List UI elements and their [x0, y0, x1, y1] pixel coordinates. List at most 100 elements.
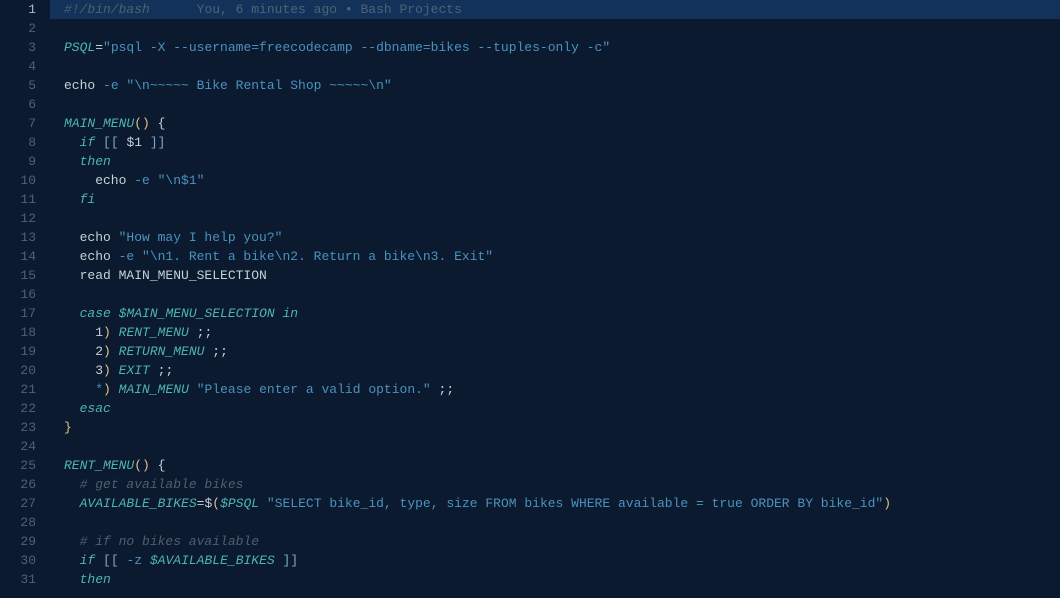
code-editor[interactable]: #!/bin/bash You, 6 minutes ago • Bash Pr… [50, 0, 1060, 598]
token [64, 154, 80, 169]
token: 2 [64, 344, 103, 359]
token: -z [126, 553, 142, 568]
token: = [95, 40, 103, 55]
line-number: 13 [0, 228, 36, 247]
line-number: 20 [0, 361, 36, 380]
token: ) [103, 344, 111, 359]
token [111, 363, 119, 378]
code-line[interactable]: echo -e "\n~~~~~ Bike Rental Shop ~~~~~\… [64, 76, 1060, 95]
token: # get available bikes [80, 477, 244, 492]
token: "\n$1" [158, 173, 205, 188]
token: ) [103, 363, 111, 378]
token: read MAIN_MENU_SELECTION [64, 268, 267, 283]
code-line[interactable]: # get available bikes [64, 475, 1060, 494]
token: fi [80, 192, 96, 207]
code-line[interactable] [64, 57, 1060, 76]
token: in [282, 306, 298, 321]
line-number: 26 [0, 475, 36, 494]
line-number: 18 [0, 323, 36, 342]
token [64, 401, 80, 416]
token: MAIN_MENU [64, 116, 134, 131]
token: ]] [283, 553, 299, 568]
token: "Please enter a valid option." [197, 382, 431, 397]
token: ) [883, 496, 891, 511]
token: then [80, 572, 111, 587]
code-line[interactable]: AVAILABLE_BIKES=$($PSQL "SELECT bike_id,… [64, 494, 1060, 513]
line-number: 21 [0, 380, 36, 399]
line-number: 1 [0, 0, 36, 19]
token: $PSQL [220, 496, 259, 511]
code-line[interactable]: echo "How may I help you?" [64, 228, 1060, 247]
line-number: 14 [0, 247, 36, 266]
code-line[interactable] [64, 513, 1060, 532]
token: "How may I help you?" [119, 230, 283, 245]
token [111, 382, 119, 397]
code-line[interactable]: 1) RENT_MENU ;; [64, 323, 1060, 342]
token: 3 [64, 363, 103, 378]
line-number: 8 [0, 133, 36, 152]
code-line[interactable]: 2) RETURN_MENU ;; [64, 342, 1060, 361]
line-number: 3 [0, 38, 36, 57]
code-line[interactable] [64, 285, 1060, 304]
code-line[interactable]: RENT_MENU() { [64, 456, 1060, 475]
token [111, 325, 119, 340]
line-number: 25 [0, 456, 36, 475]
code-line[interactable]: if [[ -z $AVAILABLE_BIKES ]] [64, 551, 1060, 570]
code-line[interactable]: case $MAIN_MENU_SELECTION in [64, 304, 1060, 323]
token: ( [212, 496, 220, 511]
token: { [150, 116, 166, 131]
line-number: 6 [0, 95, 36, 114]
code-line[interactable]: echo -e "\n1. Rent a bike\n2. Return a b… [64, 247, 1060, 266]
code-line[interactable] [64, 19, 1060, 38]
code-line[interactable] [64, 209, 1060, 228]
line-number: 4 [0, 57, 36, 76]
code-line[interactable]: then [64, 152, 1060, 171]
token: { [150, 458, 166, 473]
token: then [80, 154, 111, 169]
token [64, 135, 80, 150]
line-number-gutter: 1234567891011121314151617181920212223242… [0, 0, 50, 598]
token: 1 [64, 325, 103, 340]
code-line[interactable]: echo -e "\n$1" [64, 171, 1060, 190]
code-line[interactable] [64, 95, 1060, 114]
code-line[interactable]: then [64, 570, 1060, 589]
code-line[interactable]: PSQL="psql -X --username=freecodecamp --… [64, 38, 1060, 57]
line-number: 16 [0, 285, 36, 304]
token [111, 344, 119, 359]
line-number: 17 [0, 304, 36, 323]
code-line[interactable]: # if no bikes available [64, 532, 1060, 551]
token [259, 496, 267, 511]
token: if [80, 553, 96, 568]
token: AVAILABLE_BIKES [80, 496, 197, 511]
code-line[interactable]: #!/bin/bash You, 6 minutes ago • Bash Pr… [50, 0, 1060, 19]
code-line[interactable]: *) MAIN_MENU "Please enter a valid optio… [64, 380, 1060, 399]
code-line[interactable]: } [64, 418, 1060, 437]
token: ;; [431, 382, 454, 397]
token: You, 6 minutes ago • Bash Projects [197, 2, 462, 17]
token: "psql -X --username=freecodecamp --dbnam… [103, 40, 610, 55]
token: ) [103, 325, 111, 340]
code-line[interactable]: esac [64, 399, 1060, 418]
code-line[interactable]: read MAIN_MENU_SELECTION [64, 266, 1060, 285]
line-number: 29 [0, 532, 36, 551]
token [64, 534, 80, 549]
code-line[interactable]: 3) EXIT ;; [64, 361, 1060, 380]
line-number: 15 [0, 266, 36, 285]
token: PSQL [64, 40, 95, 55]
token [111, 306, 119, 321]
token: * [95, 382, 103, 397]
code-line[interactable] [64, 437, 1060, 456]
token: $MAIN_MENU_SELECTION [119, 306, 275, 321]
token [64, 306, 80, 321]
line-number: 30 [0, 551, 36, 570]
token [95, 135, 103, 150]
line-number: 9 [0, 152, 36, 171]
code-line[interactable]: if [[ $1 ]] [64, 133, 1060, 152]
token [189, 382, 197, 397]
token [275, 553, 283, 568]
token: -e [134, 173, 157, 188]
line-number: 2 [0, 19, 36, 38]
code-line[interactable]: fi [64, 190, 1060, 209]
code-line[interactable]: MAIN_MENU() { [64, 114, 1060, 133]
token: echo [64, 78, 103, 93]
